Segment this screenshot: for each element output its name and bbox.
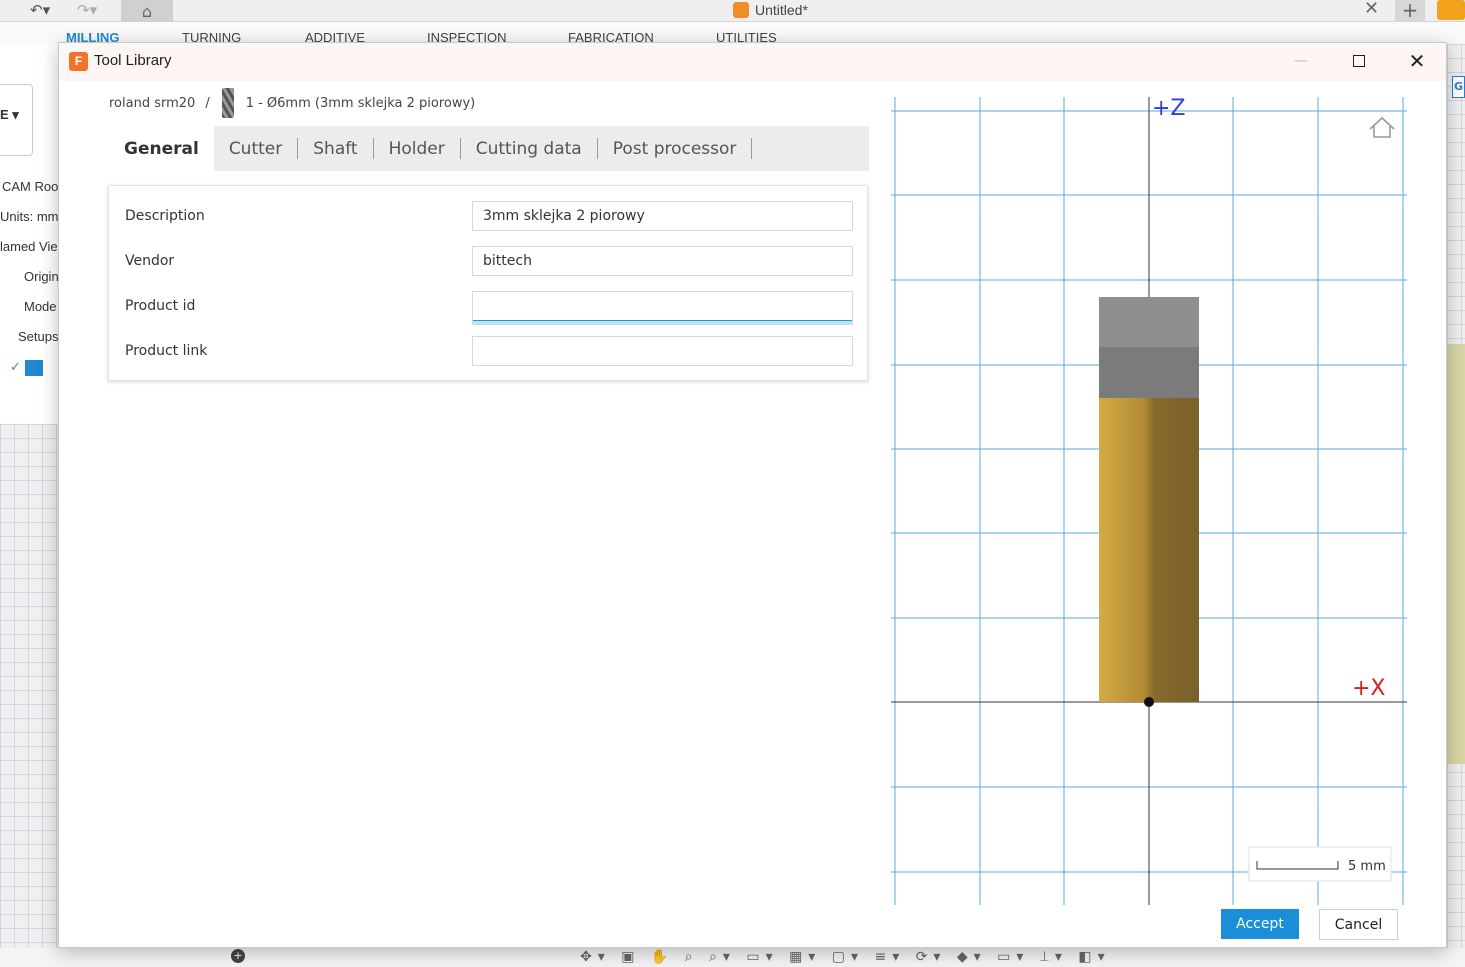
redo-icon[interactable]: ↷▾: [77, 0, 97, 20]
canvas-right-edge: G: [1447, 44, 1465, 967]
undo-icon[interactable]: ↶▾: [30, 0, 50, 20]
product-link-label: Product link: [125, 343, 208, 359]
dialog-title: Tool Library: [94, 52, 172, 69]
minimize-button[interactable]: —: [1278, 43, 1324, 79]
description-field[interactable]: [472, 201, 853, 231]
browser-item-setups[interactable]: Setups: [0, 322, 58, 352]
browser-item-named-views[interactable]: lamed Vie: [0, 232, 58, 262]
home-view-icon[interactable]: [1369, 116, 1395, 138]
tool-library-dialog: F Tool Library — ✕ roland srm20 / 1 - Ø6…: [58, 42, 1447, 948]
tab-general[interactable]: General: [109, 126, 214, 171]
tool-body: [1099, 398, 1199, 702]
vendor-field[interactable]: [472, 246, 853, 276]
z-axis-label: +Z: [1152, 96, 1186, 121]
cube-icon: [733, 2, 749, 18]
browser-item-origin[interactable]: Origin: [0, 262, 58, 292]
tool-holder: [1099, 297, 1199, 398]
document-title: Untitled*: [733, 0, 808, 20]
browser-item-models[interactable]: Mode: [0, 292, 58, 322]
browser-item-cam-root[interactable]: CAM Roo: [0, 172, 58, 202]
cancel-button[interactable]: Cancel: [1319, 909, 1398, 940]
scale-indicator: 5 mm: [1248, 846, 1392, 882]
tab-cutter[interactable]: Cutter: [214, 126, 297, 171]
tool-origin-point: [1144, 697, 1154, 707]
breadcrumb-tool: 1 - Ø6mm (3mm sklejka 2 piorowy): [245, 95, 476, 111]
assistant-button[interactable]: [1437, 0, 1465, 20]
dialog-titlebar: F Tool Library — ✕: [59, 43, 1446, 81]
browser-panel: E ▾ CAM Roo Units: mm lamed Vie Origin M…: [0, 44, 58, 967]
canvas-grid: [0, 424, 58, 967]
workspace-ribbon: MILLING TURNING ADDITIVE INSPECTION FABR…: [0, 22, 1465, 45]
tab-post-processor[interactable]: Post processor: [598, 126, 752, 171]
description-row: Description: [109, 201, 867, 231]
close-document-icon[interactable]: ✕: [1364, 0, 1379, 18]
endmill-icon: [221, 88, 234, 118]
home-tab[interactable]: ⌂: [121, 0, 173, 22]
general-form: Description Vendor Product id Product li…: [108, 185, 868, 381]
navigation-toolbar-icons[interactable]: ✥▾ ▣ ✋ ⌕ ⌕▾ ▭▾ ▦▾ ▢▾ ≡▾ ⟳▾ ◆▾ ▭▾ ⟂▾ ◧▾: [580, 948, 1111, 966]
stock-model: [1447, 344, 1465, 764]
product-link-row: Product link: [109, 336, 867, 366]
tool-tabs: General Cutter Shaft Holder Cutting data…: [109, 126, 869, 171]
product-id-row: Product id: [109, 291, 867, 325]
setup-folder-icon: [24, 359, 43, 376]
maximize-button[interactable]: [1336, 43, 1382, 79]
tab-cutting-data[interactable]: Cutting data: [461, 126, 597, 171]
vendor-label: Vendor: [125, 253, 175, 269]
scale-label: 5 mm: [1348, 859, 1386, 874]
fusion-app-icon: F: [69, 52, 88, 71]
product-link-field[interactable]: [472, 336, 853, 366]
setup-status-row[interactable]: ✓: [0, 352, 58, 382]
description-label: Description: [125, 208, 205, 224]
breadcrumb-library[interactable]: roland srm20: [109, 96, 195, 111]
maximize-icon: [1353, 55, 1365, 67]
product-id-label: Product id: [125, 298, 196, 314]
navigation-marker[interactable]: +: [231, 949, 245, 963]
tab-shaft[interactable]: Shaft: [298, 126, 372, 171]
product-id-field[interactable]: [472, 291, 853, 325]
breadcrumb: roland srm20 / 1 - Ø6mm (3mm sklejka 2 p…: [109, 88, 475, 118]
new-tab-button[interactable]: +: [1395, 0, 1425, 22]
minimize-icon: —: [1294, 53, 1308, 69]
breadcrumb-separator: /: [205, 95, 210, 111]
tab-holder[interactable]: Holder: [374, 126, 460, 171]
close-button[interactable]: ✕: [1394, 43, 1440, 79]
tab-divider: [751, 138, 753, 159]
accept-button[interactable]: Accept: [1221, 909, 1299, 939]
browser-tree: CAM Roo Units: mm lamed Vie Origin Mode …: [0, 172, 58, 382]
x-axis-label: +X: [1352, 676, 1386, 701]
tool-preview[interactable]: +Z +X 5 mm: [891, 95, 1409, 907]
workspace-dropdown[interactable]: E ▾: [0, 84, 33, 156]
vendor-row: Vendor: [109, 246, 867, 276]
home-icon: ⌂: [141, 1, 153, 21]
browser-item-units: Units: mm: [0, 209, 58, 224]
view-cube-button[interactable]: G: [1452, 76, 1465, 98]
close-icon: ✕: [1408, 49, 1426, 73]
navigation-bar: + ✥▾ ▣ ✋ ⌕ ⌕▾ ▭▾ ▦▾ ▢▾ ≡▾ ⟳▾ ◆▾ ▭▾ ⟂▾ ◧▾: [0, 948, 1465, 967]
app-title-bar: ↶▾ ↷▾ ⌂ Untitled* ✕ +: [0, 0, 1465, 22]
